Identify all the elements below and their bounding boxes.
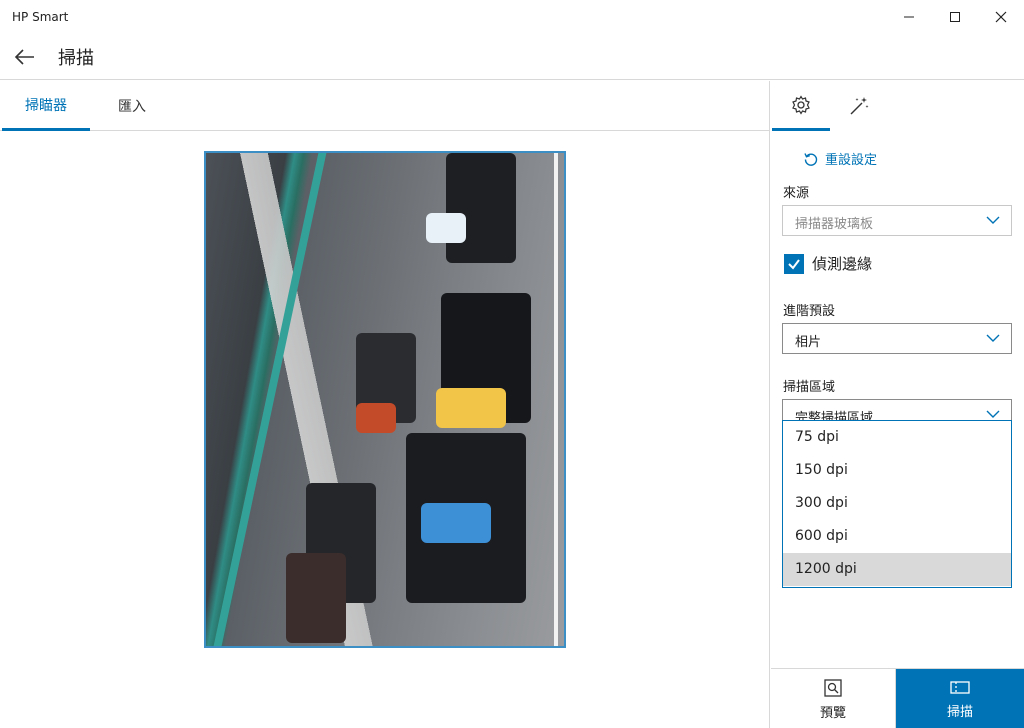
reset-settings-button[interactable]: 重設設定 xyxy=(803,149,877,168)
minimize-icon xyxy=(904,16,914,18)
settings-panel: 重設設定 來源 掃描器玻璃板 偵測邊緣 進階預設 相片 掃描區域 完整掃描區域 … xyxy=(771,81,1024,728)
tab-settings[interactable] xyxy=(772,81,830,131)
preset-select[interactable]: 相片 xyxy=(782,323,1012,354)
tab-import[interactable]: 匯入 xyxy=(98,81,166,131)
scan-preview-pane: 掃瞄器 匯入 xyxy=(0,81,770,728)
checkbox-checked-icon xyxy=(784,253,804,274)
back-arrow-icon xyxy=(14,49,34,65)
preview-car xyxy=(356,403,396,433)
preview-car xyxy=(421,503,491,543)
preview-car xyxy=(446,153,516,263)
preview-icon xyxy=(824,678,842,697)
dropdown-option-1200-dpi[interactable]: 1200 dpi xyxy=(783,553,1011,586)
magic-wand-icon xyxy=(850,97,869,115)
tab-scanner[interactable]: 掃瞄器 xyxy=(2,81,90,131)
maximize-icon xyxy=(950,12,960,22)
preset-label: 進階預設 xyxy=(783,304,836,319)
action-bar: 預覽 掃描 xyxy=(771,668,1024,728)
chevron-down-icon xyxy=(986,334,1000,342)
app-title: HP Smart xyxy=(12,10,69,24)
tab-enhancements[interactable] xyxy=(830,81,888,131)
settings-tabs xyxy=(771,81,1024,131)
dropdown-option-75-dpi[interactable]: 75 dpi xyxy=(783,421,1011,454)
detect-edges-label: 偵測邊緣 xyxy=(812,255,873,273)
resolution-dropdown[interactable]: 75 dpi 150 dpi 300 dpi 600 dpi 1200 dpi xyxy=(782,420,1012,588)
title-bar: HP Smart xyxy=(0,0,1024,34)
preset-value: 相片 xyxy=(795,335,822,350)
reset-icon xyxy=(804,152,818,166)
source-select: 掃描器玻璃板 xyxy=(782,205,1012,236)
source-label: 來源 xyxy=(783,186,810,201)
close-icon xyxy=(995,11,1007,23)
back-button[interactable] xyxy=(12,44,38,70)
checkmark-icon xyxy=(788,258,800,270)
close-button[interactable] xyxy=(978,0,1024,34)
source-tabs: 掃瞄器 匯入 xyxy=(0,81,770,131)
preview-label: 預覽 xyxy=(819,705,846,721)
scan-icon xyxy=(950,680,970,694)
page-title: 掃描 xyxy=(58,48,94,69)
preview-car xyxy=(436,388,506,428)
dropdown-option-600-dpi[interactable]: 600 dpi xyxy=(783,520,1011,553)
reset-settings-label: 重設設定 xyxy=(825,153,878,168)
page-header: 掃描 xyxy=(0,34,1024,80)
preview-paper-edge xyxy=(554,153,558,646)
dropdown-option-150-dpi[interactable]: 150 dpi xyxy=(783,454,1011,487)
dropdown-option-300-dpi[interactable]: 300 dpi xyxy=(783,487,1011,520)
scanned-image-preview[interactable] xyxy=(204,151,566,648)
maximize-button[interactable] xyxy=(932,0,978,34)
scan-label: 掃描 xyxy=(946,704,973,720)
gear-icon xyxy=(792,94,810,115)
scan-area-label: 掃描區域 xyxy=(783,380,836,395)
minimize-button[interactable] xyxy=(886,0,932,34)
preview-car xyxy=(286,553,346,643)
preview-button[interactable]: 預覽 xyxy=(771,669,896,728)
preview-car xyxy=(426,213,466,243)
chevron-down-icon xyxy=(986,410,1000,418)
source-value: 掃描器玻璃板 xyxy=(795,217,874,232)
detect-edges-checkbox[interactable]: 偵測邊緣 xyxy=(784,253,872,274)
chevron-down-icon xyxy=(986,216,1000,224)
scan-button[interactable]: 掃描 xyxy=(896,669,1024,728)
